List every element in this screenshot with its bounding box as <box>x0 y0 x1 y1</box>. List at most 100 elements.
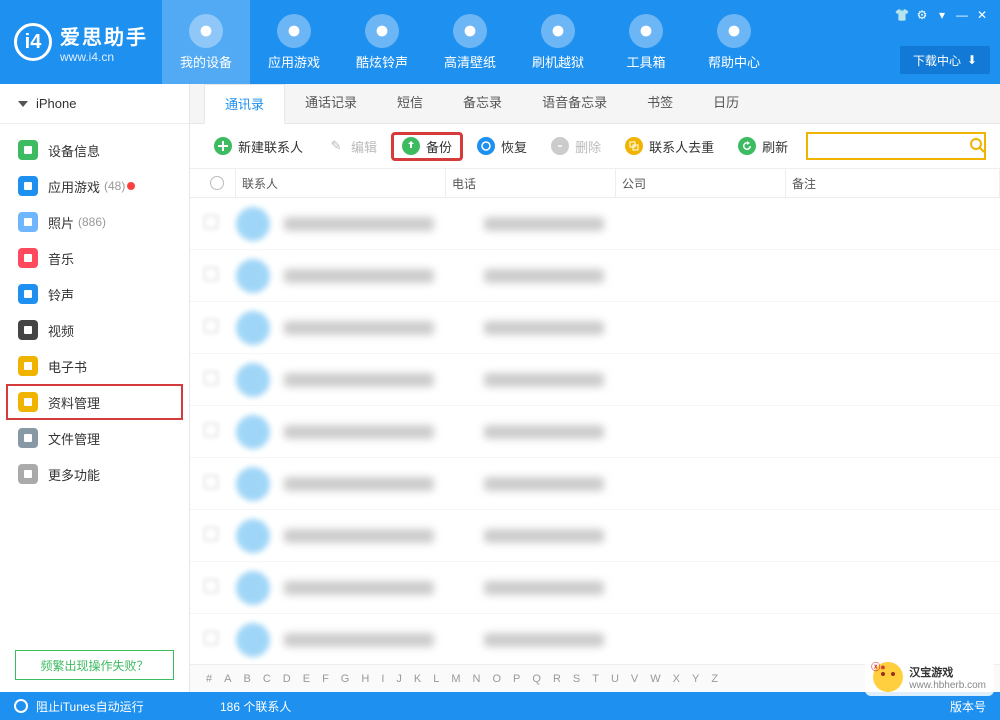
alpha-P[interactable]: P <box>507 673 526 685</box>
col-phone[interactable]: 电话 <box>446 169 616 197</box>
tab-5[interactable]: 书签 <box>627 83 693 123</box>
sidebar-item-8[interactable]: 文件管理 <box>0 420 189 456</box>
tab-2[interactable]: 短信 <box>377 83 443 123</box>
row-checkbox[interactable] <box>204 215 236 232</box>
minimize-icon[interactable]: — <box>952 6 972 24</box>
alpha-G[interactable]: G <box>335 673 356 685</box>
download-center-button[interactable]: 下载中心 ⬇ <box>900 46 990 74</box>
refresh-button[interactable]: 刷新 <box>728 133 798 160</box>
faq-button[interactable]: 频繁出现操作失败？ <box>15 650 174 680</box>
row-checkbox[interactable] <box>204 423 236 440</box>
settings-icon[interactable]: ⚙ <box>912 6 932 24</box>
tab-4[interactable]: 语音备忘录 <box>522 83 627 123</box>
row-checkbox[interactable] <box>204 267 236 284</box>
alpha-#[interactable]: # <box>200 673 218 685</box>
alpha-I[interactable]: I <box>375 673 390 685</box>
search-box[interactable] <box>806 132 986 160</box>
sidebar-item-0[interactable]: 设备信息 <box>0 132 189 168</box>
sidebar-item-6[interactable]: 电子书 <box>0 348 189 384</box>
tab-3[interactable]: 备忘录 <box>443 83 522 123</box>
col-contact[interactable]: 联系人 <box>236 169 446 197</box>
new-contact-button[interactable]: 新建联系人 <box>204 133 313 160</box>
alpha-A[interactable]: A <box>218 673 237 685</box>
dropdown-icon[interactable]: ▾ <box>932 6 952 24</box>
box-icon <box>541 14 575 48</box>
restore-button[interactable]: 恢复 <box>467 133 537 160</box>
table-row[interactable] <box>190 198 1000 250</box>
alpha-U[interactable]: U <box>605 673 625 685</box>
delete-button[interactable]: 删除 <box>541 133 611 160</box>
search-input[interactable] <box>814 139 969 153</box>
sidebar-item-1[interactable]: 应用游戏(48) <box>0 168 189 204</box>
alpha-O[interactable]: O <box>486 673 507 685</box>
tab-1[interactable]: 通话记录 <box>285 83 377 123</box>
row-checkbox[interactable] <box>204 371 236 388</box>
alpha-J[interactable]: J <box>390 673 408 685</box>
shirt-icon[interactable]: 👕 <box>892 6 912 24</box>
close-icon[interactable]: ✕ <box>972 6 992 24</box>
sidebar-item-3[interactable]: 音乐 <box>0 240 189 276</box>
topnav-wallpaper[interactable]: 高清壁纸 <box>426 0 514 84</box>
row-checkbox[interactable] <box>204 475 236 492</box>
edit-button[interactable]: ✎ 编辑 <box>317 133 387 160</box>
wallpaper-icon <box>453 14 487 48</box>
alpha-F[interactable]: F <box>316 673 335 685</box>
row-checkbox[interactable] <box>204 527 236 544</box>
device-selector[interactable]: iPhone <box>0 84 189 124</box>
table-row[interactable] <box>190 562 1000 614</box>
sidebar-item-7[interactable]: 资料管理 <box>6 384 183 420</box>
alpha-N[interactable]: N <box>467 673 487 685</box>
topnav-bell[interactable]: 酷炫铃声 <box>338 0 426 84</box>
row-checkbox[interactable] <box>204 579 236 596</box>
topnav-apple[interactable]: 我的设备 <box>162 0 250 84</box>
col-remark[interactable]: 备注 <box>786 169 1000 197</box>
dedupe-button[interactable]: 联系人去重 <box>615 133 724 160</box>
alpha-L[interactable]: L <box>427 673 445 685</box>
col-company[interactable]: 公司 <box>616 169 786 197</box>
topnav-info[interactable]: 帮助中心 <box>690 0 778 84</box>
status-left[interactable]: 阻止iTunes自动运行 <box>14 698 144 715</box>
alpha-M[interactable]: M <box>445 673 466 685</box>
alpha-T[interactable]: T <box>586 673 605 685</box>
sidebar-item-5[interactable]: 视频 <box>0 312 189 348</box>
sidebar-item-2[interactable]: 照片(886) <box>0 204 189 240</box>
alpha-R[interactable]: R <box>547 673 567 685</box>
alpha-Q[interactable]: Q <box>526 673 547 685</box>
backup-button[interactable]: 备份 <box>391 132 463 161</box>
brand-logo: i4 爱思助手 www.i4.cn <box>0 21 162 64</box>
topnav-box[interactable]: 刷机越狱 <box>514 0 602 84</box>
alpha-D[interactable]: D <box>277 673 297 685</box>
sidebar-item-4[interactable]: 铃声 <box>0 276 189 312</box>
alpha-Y[interactable]: Y <box>686 673 705 685</box>
alpha-W[interactable]: W <box>644 673 666 685</box>
avatar <box>236 519 270 553</box>
table-row[interactable] <box>190 458 1000 510</box>
tab-6[interactable]: 日历 <box>693 83 759 123</box>
row-checkbox[interactable] <box>204 631 236 648</box>
alpha-B[interactable]: B <box>237 673 256 685</box>
sidebar-icon <box>18 356 38 376</box>
alpha-X[interactable]: X <box>667 673 686 685</box>
topnav-app[interactable]: 应用游戏 <box>250 0 338 84</box>
alpha-C[interactable]: C <box>257 673 277 685</box>
search-icon[interactable] <box>969 137 985 156</box>
table-row[interactable] <box>190 302 1000 354</box>
table-row[interactable] <box>190 250 1000 302</box>
alpha-K[interactable]: K <box>408 673 427 685</box>
sidebar-item-9[interactable]: 更多功能 <box>0 456 189 492</box>
alpha-E[interactable]: E <box>297 673 316 685</box>
alpha-S[interactable]: S <box>567 673 586 685</box>
table-body <box>190 198 1000 664</box>
alpha-H[interactable]: H <box>355 673 375 685</box>
table-row[interactable] <box>190 406 1000 458</box>
topnav-label: 我的设备 <box>180 52 232 71</box>
table-row[interactable] <box>190 510 1000 562</box>
table-row[interactable] <box>190 614 1000 664</box>
select-all-checkbox[interactable] <box>204 169 236 197</box>
alpha-Z[interactable]: Z <box>705 673 724 685</box>
topnav-wrench[interactable]: 工具箱 <box>602 0 690 84</box>
row-checkbox[interactable] <box>204 319 236 336</box>
table-row[interactable] <box>190 354 1000 406</box>
tab-0[interactable]: 通讯录 <box>204 84 285 124</box>
alpha-V[interactable]: V <box>625 673 644 685</box>
